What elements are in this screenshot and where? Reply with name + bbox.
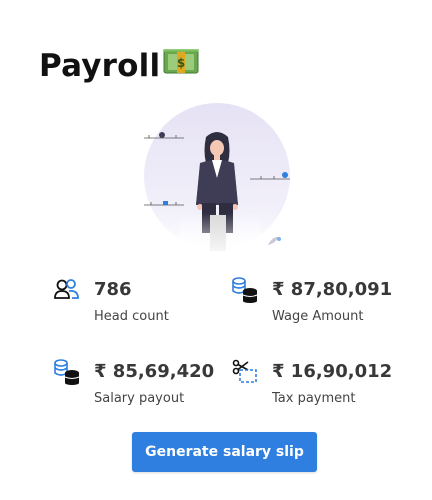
salary-payout-value: ₹ 85,69,420	[94, 361, 215, 382]
wage-amount-value: ₹ 87,80,091	[272, 279, 393, 300]
generate-salary-slip-button[interactable]: Generate salary slip	[132, 432, 317, 472]
payroll-card: Payroll $ 786 Head count ₹ 87,80,091 Wag…	[0, 0, 432, 500]
scissors-cut-icon	[232, 359, 257, 383]
page-title: Payroll	[39, 48, 161, 84]
coins-stack-icon	[54, 359, 80, 385]
tax-payment-label: Tax payment	[272, 391, 356, 406]
person-sitting-illustration	[144, 103, 290, 263]
coins-stack-icon	[232, 277, 258, 303]
employee-count-icon	[54, 279, 79, 299]
money-bill-emoji-icon: $	[163, 49, 199, 74]
svg-text:$: $	[177, 56, 185, 70]
salary-payout-label: Salary payout	[94, 391, 185, 406]
head-count-label: Head count	[94, 309, 169, 324]
tax-payment-value: ₹ 16,90,012	[272, 361, 393, 382]
wage-amount-label: Wage Amount	[272, 309, 364, 324]
head-count-value: 786	[94, 279, 132, 300]
